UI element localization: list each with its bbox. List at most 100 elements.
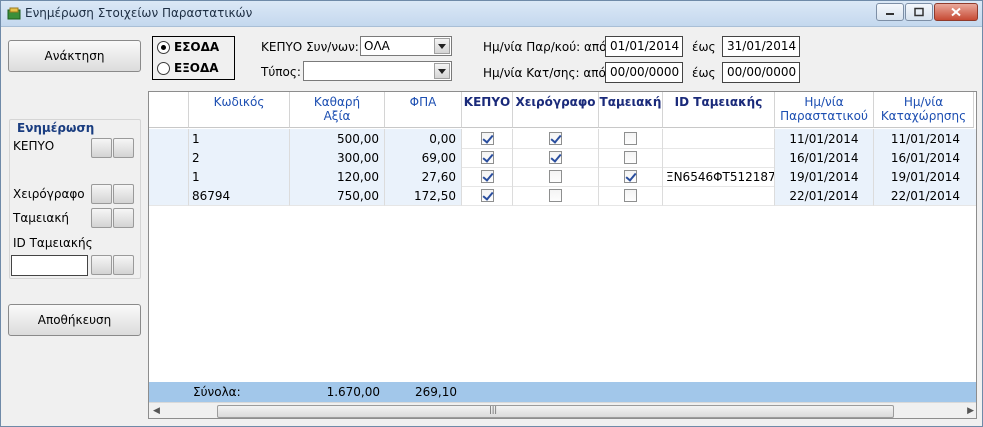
cell-cash[interactable] bbox=[599, 186, 663, 206]
totals-row: Σύνολα: 1.670,00 269,10 bbox=[149, 382, 976, 402]
cash-checkbox[interactable] bbox=[624, 189, 637, 202]
cell-handwritten[interactable] bbox=[513, 167, 599, 187]
close-button[interactable] bbox=[934, 3, 978, 21]
reg-date-to-label: έως bbox=[692, 66, 716, 80]
kepyo-clear-button[interactable] bbox=[113, 138, 134, 158]
kepyo-checkbox[interactable] bbox=[480, 189, 494, 202]
table-row[interactable]: 2 300,00 69,00 16/01/2014 16/01/2014 bbox=[149, 148, 976, 168]
radio-expenses-label: ΕΞΟΔΑ bbox=[174, 61, 219, 75]
cell-code: 1 bbox=[189, 129, 290, 149]
cash-id-clear-button[interactable] bbox=[113, 255, 134, 275]
kepyo-checkbox[interactable] bbox=[480, 170, 494, 183]
table-row[interactable]: 1 500,00 0,00 11/01/2014 11/01/2014 bbox=[149, 129, 976, 149]
chevron-down-icon[interactable] bbox=[434, 38, 450, 54]
cash-id-input[interactable] bbox=[11, 255, 88, 276]
reg-date-to-input[interactable]: 00/00/0000 bbox=[722, 62, 800, 83]
cash-set-button[interactable] bbox=[91, 208, 112, 228]
scroll-grip-icon: ||| bbox=[489, 405, 498, 414]
cell-kepyo[interactable] bbox=[462, 148, 513, 168]
cell-reg-date: 19/01/2014 bbox=[874, 167, 976, 187]
cell-cash-id bbox=[663, 186, 775, 206]
cell-vat: 0,00 bbox=[385, 129, 462, 149]
cell-net: 120,00 bbox=[290, 167, 385, 187]
cell-cash[interactable] bbox=[599, 167, 663, 187]
cell-cash[interactable] bbox=[599, 129, 663, 149]
radio-income[interactable]: ΕΣΟΔΑ bbox=[157, 40, 219, 54]
handwritten-set-button[interactable] bbox=[91, 184, 112, 204]
cell-kepyo[interactable] bbox=[462, 186, 513, 206]
chevron-down-icon[interactable] bbox=[434, 63, 450, 79]
col-header-net[interactable]: Καθαρή Αξία bbox=[290, 92, 385, 128]
cell-handwritten[interactable] bbox=[513, 186, 599, 206]
col-code-label: Κωδικός bbox=[213, 95, 265, 109]
handwritten-checkbox[interactable] bbox=[549, 170, 562, 183]
cash-checkbox[interactable] bbox=[624, 170, 637, 183]
cell-code: 1 bbox=[189, 167, 290, 187]
radio-expenses[interactable]: ΕΞΟΔΑ bbox=[157, 61, 219, 75]
cell-reg-date: 22/01/2014 bbox=[874, 186, 976, 206]
cell-doc-date: 16/01/2014 bbox=[775, 148, 874, 168]
reg-date-from-input[interactable]: 00/00/0000 bbox=[605, 62, 683, 83]
scroll-right-icon[interactable]: ▶ bbox=[967, 406, 974, 416]
documents-grid[interactable]: Κωδικός Καθαρή Αξία ΦΠΑ ΚΕΠΥΟ Χειρόγραφο … bbox=[148, 91, 977, 419]
handwritten-checkbox[interactable] bbox=[549, 132, 562, 145]
cell-rowhdr[interactable] bbox=[149, 167, 189, 187]
kepyo-checkbox[interactable] bbox=[480, 151, 494, 164]
col-header-vat[interactable]: ΦΠΑ bbox=[385, 92, 462, 128]
cell-vat: 27,60 bbox=[385, 167, 462, 187]
col-header-cash-id[interactable]: ID Ταμειακής bbox=[663, 92, 775, 128]
cell-handwritten[interactable] bbox=[513, 129, 599, 149]
scroll-left-icon[interactable]: ◀ bbox=[153, 406, 160, 416]
cash-id-set-button[interactable] bbox=[91, 255, 112, 275]
cell-doc-date: 11/01/2014 bbox=[775, 129, 874, 149]
type-filter-select[interactable] bbox=[303, 61, 452, 81]
handwritten-checkbox[interactable] bbox=[549, 151, 562, 164]
cell-kepyo[interactable] bbox=[462, 167, 513, 187]
handwritten-update-label: Χειρόγραφο bbox=[13, 187, 85, 201]
cell-rowhdr[interactable] bbox=[149, 148, 189, 168]
cash-checkbox[interactable] bbox=[624, 132, 637, 145]
minimize-button[interactable] bbox=[876, 3, 904, 21]
cell-code: 86794 bbox=[189, 186, 290, 206]
cell-kepyo[interactable] bbox=[462, 129, 513, 149]
table-row[interactable]: 86794 750,00 172,50 22/01/2014 22/01/2014 bbox=[149, 186, 976, 206]
maximize-button[interactable] bbox=[905, 3, 933, 21]
cell-rowhdr[interactable] bbox=[149, 129, 189, 149]
cash-checkbox[interactable] bbox=[624, 151, 637, 164]
type-filter-label: Τύπος: bbox=[261, 65, 301, 79]
kepyo-checkbox[interactable] bbox=[480, 132, 494, 145]
scrollbar-thumb[interactable] bbox=[217, 405, 894, 418]
col-header-handwritten[interactable]: Χειρόγραφο bbox=[513, 92, 599, 128]
kepyo-filter-select[interactable]: ΟΛΑ bbox=[360, 36, 452, 56]
handwritten-checkbox[interactable] bbox=[549, 189, 562, 202]
kepyo-set-button[interactable] bbox=[91, 138, 112, 158]
col-header-cash[interactable]: Ταμειακή bbox=[599, 92, 663, 128]
reg-date-from-label: Ημ/νία Κατ/σης: από bbox=[483, 66, 606, 80]
doc-date-to-input[interactable]: 31/01/2014 bbox=[722, 36, 800, 57]
kepyo-filter-label: ΚΕΠΥΟ Συν/νων: bbox=[261, 40, 359, 54]
handwritten-clear-button[interactable] bbox=[113, 184, 134, 204]
col-doc-date-label-2: Παραστατικού bbox=[780, 109, 868, 123]
col-header-reg-date[interactable]: Ημ/νία Καταχώρησης bbox=[874, 92, 974, 128]
cell-handwritten[interactable] bbox=[513, 148, 599, 168]
cash-clear-button[interactable] bbox=[113, 208, 134, 228]
col-doc-date-label-1: Ημ/νία bbox=[804, 95, 844, 109]
save-button[interactable]: Αποθήκευση bbox=[8, 304, 141, 336]
cell-vat: 172,50 bbox=[385, 186, 462, 206]
col-header-doc-date[interactable]: Ημ/νία Παραστατικού bbox=[775, 92, 874, 128]
table-row[interactable]: 1 120,00 27,60 ΞΝ6546ΦΤ512187 19/01/2014 19/0… bbox=[149, 167, 976, 187]
cash-id-update-label: ID Ταμειακής bbox=[13, 236, 93, 250]
close-icon bbox=[951, 7, 961, 17]
horizontal-scrollbar[interactable]: ◀ ||| ▶ bbox=[149, 402, 976, 418]
cell-cash[interactable] bbox=[599, 148, 663, 168]
col-net-label-2: Αξία bbox=[323, 109, 351, 123]
retrieve-button[interactable]: Ανάκτηση bbox=[8, 40, 141, 72]
col-handwritten-label: Χειρόγραφο bbox=[515, 95, 596, 109]
col-vat-label: ΦΠΑ bbox=[409, 95, 437, 109]
cell-rowhdr[interactable] bbox=[149, 186, 189, 206]
col-kepyo-label: ΚΕΠΥΟ bbox=[463, 95, 511, 109]
doc-date-from-input[interactable]: 01/01/2014 bbox=[605, 36, 683, 57]
col-header-code[interactable]: Κωδικός bbox=[189, 92, 290, 128]
col-header-kepyo[interactable]: ΚΕΠΥΟ bbox=[462, 92, 513, 128]
minimize-icon bbox=[886, 13, 894, 15]
